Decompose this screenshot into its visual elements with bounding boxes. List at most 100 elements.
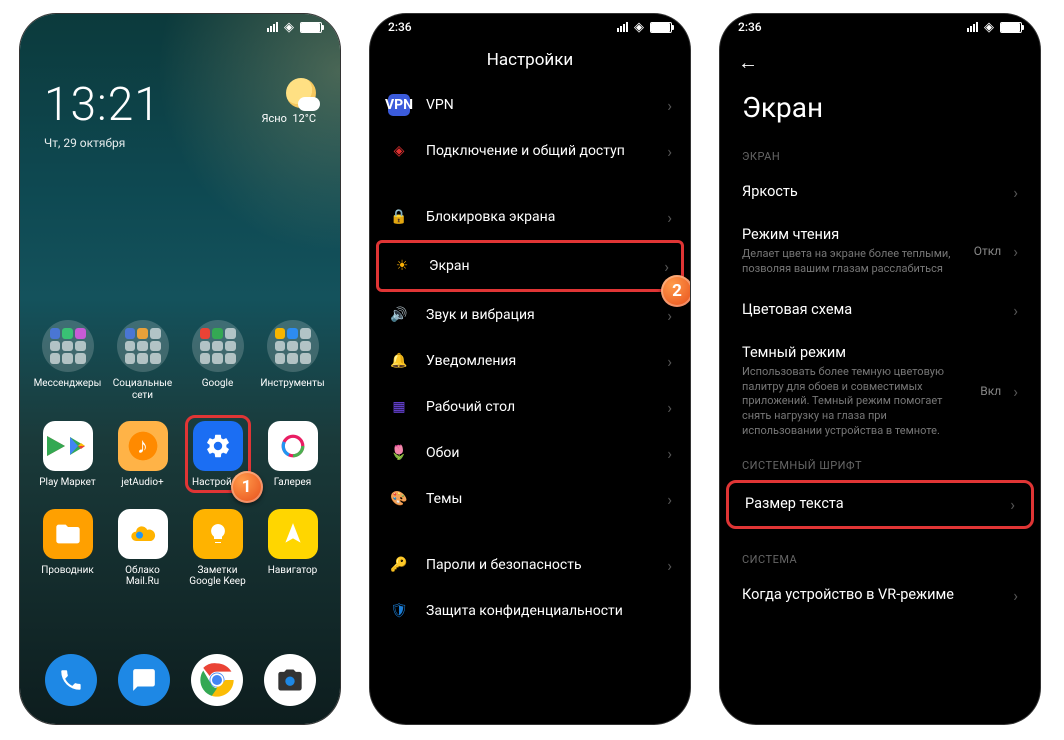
sound-icon: 🔊 [388, 304, 410, 326]
row-dark-mode[interactable]: Темный режимИспользовать более темную цв… [720, 332, 1040, 451]
chevron-right-icon: › [667, 208, 672, 227]
page-title: Экран [720, 85, 1040, 142]
wifi-icon: ◈ [284, 20, 294, 35]
row-notifications[interactable]: 🔔Уведомления› [376, 338, 684, 384]
row-themes[interactable]: 🎨Темы› [376, 476, 684, 522]
chevron-right-icon: › [1010, 495, 1015, 514]
app-navigator[interactable]: Навигатор [258, 509, 328, 588]
row-home-screen[interactable]: ▦Рабочий стол› [376, 384, 684, 430]
row-privacy[interactable]: 🛡Защита конфиденциальности [376, 588, 684, 634]
section-header-font: СИСТЕМНЫЙ ШРИФТ [720, 451, 1040, 480]
wifi-icon: ◈ [984, 20, 994, 35]
app-settings[interactable]: Настройки 1 [183, 421, 253, 489]
row-sound[interactable]: 🔊Звук и вибрация› [376, 292, 684, 338]
back-button[interactable]: ← [720, 40, 1040, 85]
dock-phone[interactable] [45, 654, 97, 706]
phone-display-settings: 2:36 ◈ ← Экран ЭКРАН Яркость› Режим чтен… [720, 14, 1040, 724]
wallpaper-icon: 🌷 [388, 442, 410, 464]
row-reading-mode[interactable]: Режим чтенияДелает цвета на экране более… [720, 214, 1040, 289]
chevron-right-icon: › [667, 444, 672, 463]
chevron-right-icon: › [1013, 301, 1018, 320]
brightness-icon: ☀ [391, 255, 413, 277]
settings-list: VPNVPN› ◈Подключение и общий доступ› 🔒Бл… [370, 82, 690, 634]
bell-icon: 🔔 [388, 350, 410, 372]
chevron-right-icon: › [667, 398, 672, 417]
battery-icon [1000, 22, 1022, 33]
privacy-icon: 🛡 [388, 600, 410, 622]
chevron-right-icon: › [1013, 242, 1018, 261]
phone-settings-list: 2:36 ◈ Настройки VPNVPN› ◈Подключение и … [370, 14, 690, 724]
folder-icon [43, 509, 93, 559]
dock-messages[interactable] [118, 654, 170, 706]
status-bar: ◈ [20, 14, 340, 40]
folder-tools[interactable]: Инструменты [258, 320, 328, 401]
folder-social[interactable]: Социальные сети [108, 320, 178, 401]
app-mailru-cloud[interactable]: Облако Mail.Ru [108, 509, 178, 588]
row-display[interactable]: ☀ Экран › 2 [376, 240, 684, 292]
apps-row-2: Проводник Облако Mail.Ru Заметки Google … [20, 509, 340, 588]
row-text-size[interactable]: Размер текста › [726, 480, 1034, 529]
row-passwords-security[interactable]: 🔑Пароли и безопасность› [376, 542, 684, 588]
home-icon: ▦ [388, 396, 410, 418]
weather-widget[interactable]: Ясно 12°C [262, 78, 317, 150]
chevron-right-icon: › [667, 142, 672, 161]
status-bar: 2:36 ◈ [720, 14, 1040, 40]
app-keep[interactable]: Заметки Google Keep [183, 509, 253, 588]
annotation-2: 2 [661, 275, 690, 307]
row-lock-screen[interactable]: 🔒Блокировка экрана› [376, 194, 684, 240]
status-bar: 2:36 ◈ [370, 14, 690, 40]
row-vr-mode[interactable]: Когда устройство в VR-режиме› [720, 574, 1040, 617]
chevron-right-icon: › [1013, 586, 1018, 605]
signal-icon [617, 22, 628, 32]
phone-home-screen: ◈ 13:21 Чт, 29 октября Ясно 12°C Мессенд… [20, 14, 340, 724]
page-title: Настройки [370, 40, 690, 82]
section-header-system: СИСТЕМА [720, 545, 1040, 574]
apps-row-1: Play Маркет ♪jetAudio+ Настройки 1 Галер… [20, 421, 340, 489]
chevron-right-icon: › [667, 352, 672, 371]
chevron-right-icon: › [667, 490, 672, 509]
weather-icon [286, 78, 316, 108]
row-brightness[interactable]: Яркость› [720, 171, 1040, 214]
folder-google[interactable]: Google [183, 320, 253, 401]
section-header-screen: ЭКРАН [720, 142, 1040, 171]
chevron-right-icon: › [667, 306, 672, 325]
cloud-icon [118, 509, 168, 559]
share-icon: ◈ [388, 140, 410, 162]
signal-icon [967, 22, 978, 32]
chevron-right-icon: › [664, 257, 669, 276]
folder-messengers[interactable]: Мессенджеры [33, 320, 103, 401]
folder-row: Мессенджеры Социальные сети Google Инстр… [20, 320, 340, 401]
keep-icon [193, 509, 243, 559]
dock-chrome[interactable] [191, 654, 243, 706]
gallery-icon [268, 421, 318, 471]
security-icon: 🔑 [388, 554, 410, 576]
chevron-right-icon: › [1013, 183, 1018, 202]
row-color-scheme[interactable]: Цветовая схема› [720, 289, 1040, 332]
signal-icon [267, 22, 278, 32]
row-vpn[interactable]: VPNVPN› [376, 82, 684, 128]
dock [20, 654, 340, 706]
chevron-right-icon: › [667, 96, 672, 115]
battery-icon [300, 22, 322, 33]
app-gallery[interactable]: Галерея [258, 421, 328, 489]
battery-icon [650, 22, 672, 33]
chevron-right-icon: › [667, 556, 672, 575]
vpn-icon: VPN [388, 94, 410, 116]
row-connection-sharing[interactable]: ◈Подключение и общий доступ› [376, 128, 684, 174]
clock-time: 13:21 [44, 78, 161, 132]
wifi-icon: ◈ [634, 20, 644, 35]
status-time: 2:36 [738, 20, 762, 34]
navigator-icon [268, 509, 318, 559]
chevron-right-icon: › [1013, 382, 1018, 401]
lock-icon: 🔒 [388, 206, 410, 228]
app-play-market[interactable]: Play Маркет [33, 421, 103, 489]
theme-icon: 🎨 [388, 488, 410, 510]
row-wallpaper[interactable]: 🌷Обои› [376, 430, 684, 476]
app-jetaudio[interactable]: ♪jetAudio+ [108, 421, 178, 489]
play-store-icon [43, 421, 93, 471]
dock-camera[interactable] [264, 654, 316, 706]
status-time: 2:36 [388, 20, 412, 34]
clock-date: Чт, 29 октября [44, 136, 161, 150]
app-explorer[interactable]: Проводник [33, 509, 103, 588]
settings-icon [193, 421, 243, 471]
